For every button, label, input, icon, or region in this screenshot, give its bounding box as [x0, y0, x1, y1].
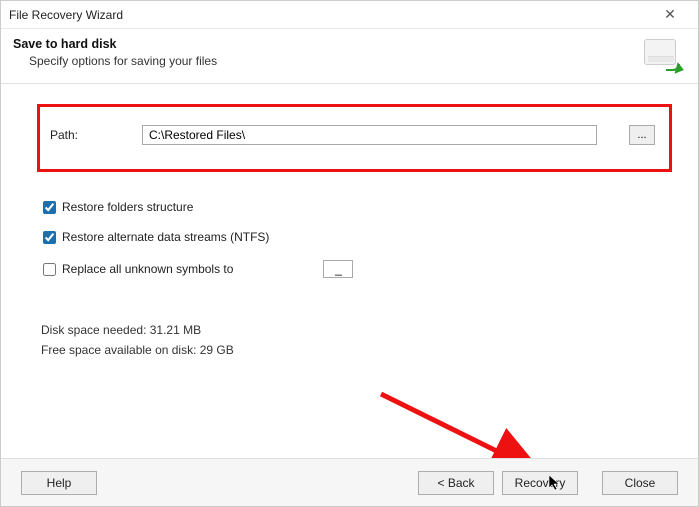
close-icon[interactable]: ✕ [650, 6, 690, 23]
restore-ads-label: Restore alternate data streams (NTFS) [62, 230, 269, 244]
browse-button[interactable]: ... [629, 125, 655, 145]
page-title: Save to hard disk [13, 37, 642, 51]
recovery-button[interactable]: Recovery [502, 471, 578, 495]
window-title: File Recovery Wizard [9, 8, 650, 22]
replace-symbols-label: Replace all unknown symbols to [62, 262, 233, 276]
restore-ads-option[interactable]: Restore alternate data streams (NTFS) [43, 230, 672, 244]
replace-symbols-checkbox[interactable] [43, 263, 56, 276]
replace-symbols-option[interactable]: Replace all unknown symbols to [43, 260, 672, 278]
close-button[interactable]: Close [602, 471, 678, 495]
restore-ads-checkbox[interactable] [43, 231, 56, 244]
disk-space-needed: Disk space needed: 31.21 MB [41, 320, 672, 340]
titlebar: File Recovery Wizard ✕ [1, 1, 698, 29]
path-label: Path: [50, 128, 110, 142]
path-section-highlight: Path: ... [37, 104, 672, 172]
wizard-footer: Help < Back Recovery Close [1, 458, 698, 506]
restore-folders-option[interactable]: Restore folders structure [43, 200, 672, 214]
wizard-content: Path: ... Restore folders structure Rest… [1, 84, 698, 371]
restore-folders-checkbox[interactable] [43, 201, 56, 214]
restore-folders-label: Restore folders structure [62, 200, 193, 214]
path-input[interactable] [142, 125, 597, 145]
back-button[interactable]: < Back [418, 471, 494, 495]
options-group: Restore folders structure Restore altern… [43, 200, 672, 278]
save-to-disk-icon [642, 37, 682, 73]
help-button[interactable]: Help [21, 471, 97, 495]
wizard-header: Save to hard disk Specify options for sa… [1, 29, 698, 84]
page-subtitle: Specify options for saving your files [29, 54, 642, 68]
replace-symbols-input[interactable] [323, 260, 353, 278]
disk-space-free: Free space available on disk: 29 GB [41, 340, 672, 360]
disk-info: Disk space needed: 31.21 MB Free space a… [41, 320, 672, 361]
